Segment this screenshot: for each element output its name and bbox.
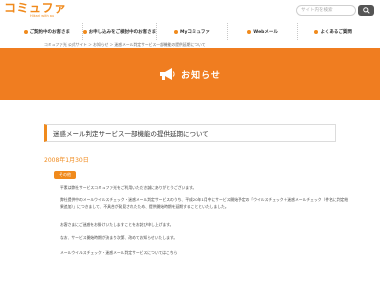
nav-label: Webメール <box>253 29 278 35</box>
commufa-logo[interactable]: コミュファ Hikari with au <box>4 1 67 18</box>
nav-label: よくあるご質問 <box>320 29 352 35</box>
nav-item-prospective-customers[interactable]: お申し込みをご検討中のお客さま <box>82 23 158 40</box>
category-badge: その他 <box>54 171 76 179</box>
search-input[interactable] <box>296 5 356 16</box>
article-paragraph: お客さまにご迷惑をお掛けいたしますことをお詫び申し上げます。 <box>60 222 174 227</box>
article-title: 迷惑メール判定サービス一部機能の提供延期について <box>44 124 336 142</box>
megaphone-icon <box>160 68 175 80</box>
logo-text: コミュファ <box>4 1 67 15</box>
search-icon <box>362 7 370 14</box>
logo-subtext: Hikari with au <box>30 14 55 18</box>
nav-label: お申し込みをご検討中のお客さま <box>88 29 157 35</box>
global-nav: ご契約中のお客さま お申し込みをご検討中のお客さま Myコミュファ Webメール… <box>12 23 368 40</box>
nav-bullet-icon <box>173 29 178 34</box>
article-paragraph: なお、サービス開始時期が決まり次第、改めてお知らせいたします。 <box>60 235 178 240</box>
nav-bullet-icon <box>82 29 87 34</box>
service-info-link[interactable]: メールウイルスチェック・迷惑メール判定サービスについてはこちら <box>60 250 350 257</box>
page-title: お知らせ <box>181 70 221 81</box>
nav-label: Myコミュファ <box>179 29 210 35</box>
nav-bullet-icon <box>23 29 28 34</box>
nav-bullet-icon <box>314 29 319 34</box>
article-paragraph: 弊社提供中のメールウイルスチェック・迷惑メール判定サービスのうち、平成20年1月… <box>60 197 349 209</box>
nav-item-webmail[interactable]: Webメール <box>228 23 299 40</box>
nav-item-my-commufa[interactable]: Myコミュファ <box>157 23 228 40</box>
page-banner: お知らせ <box>0 48 380 100</box>
nav-item-faq[interactable]: よくあるご質問 <box>298 23 368 40</box>
article-paragraph: 平素は弊社サービスコミュファ光をご利用いただき誠にありがとうございます。 <box>60 185 197 190</box>
site-header: コミュファ Hikari with au <box>0 0 380 20</box>
nav-item-current-customers[interactable]: ご契約中のお客さま <box>12 23 83 40</box>
search-button[interactable] <box>358 5 374 16</box>
nav-bullet-icon <box>247 29 252 34</box>
nav-label: ご契約中のお客さま <box>29 29 71 35</box>
article-date: 2008年1月30日 <box>44 157 89 164</box>
